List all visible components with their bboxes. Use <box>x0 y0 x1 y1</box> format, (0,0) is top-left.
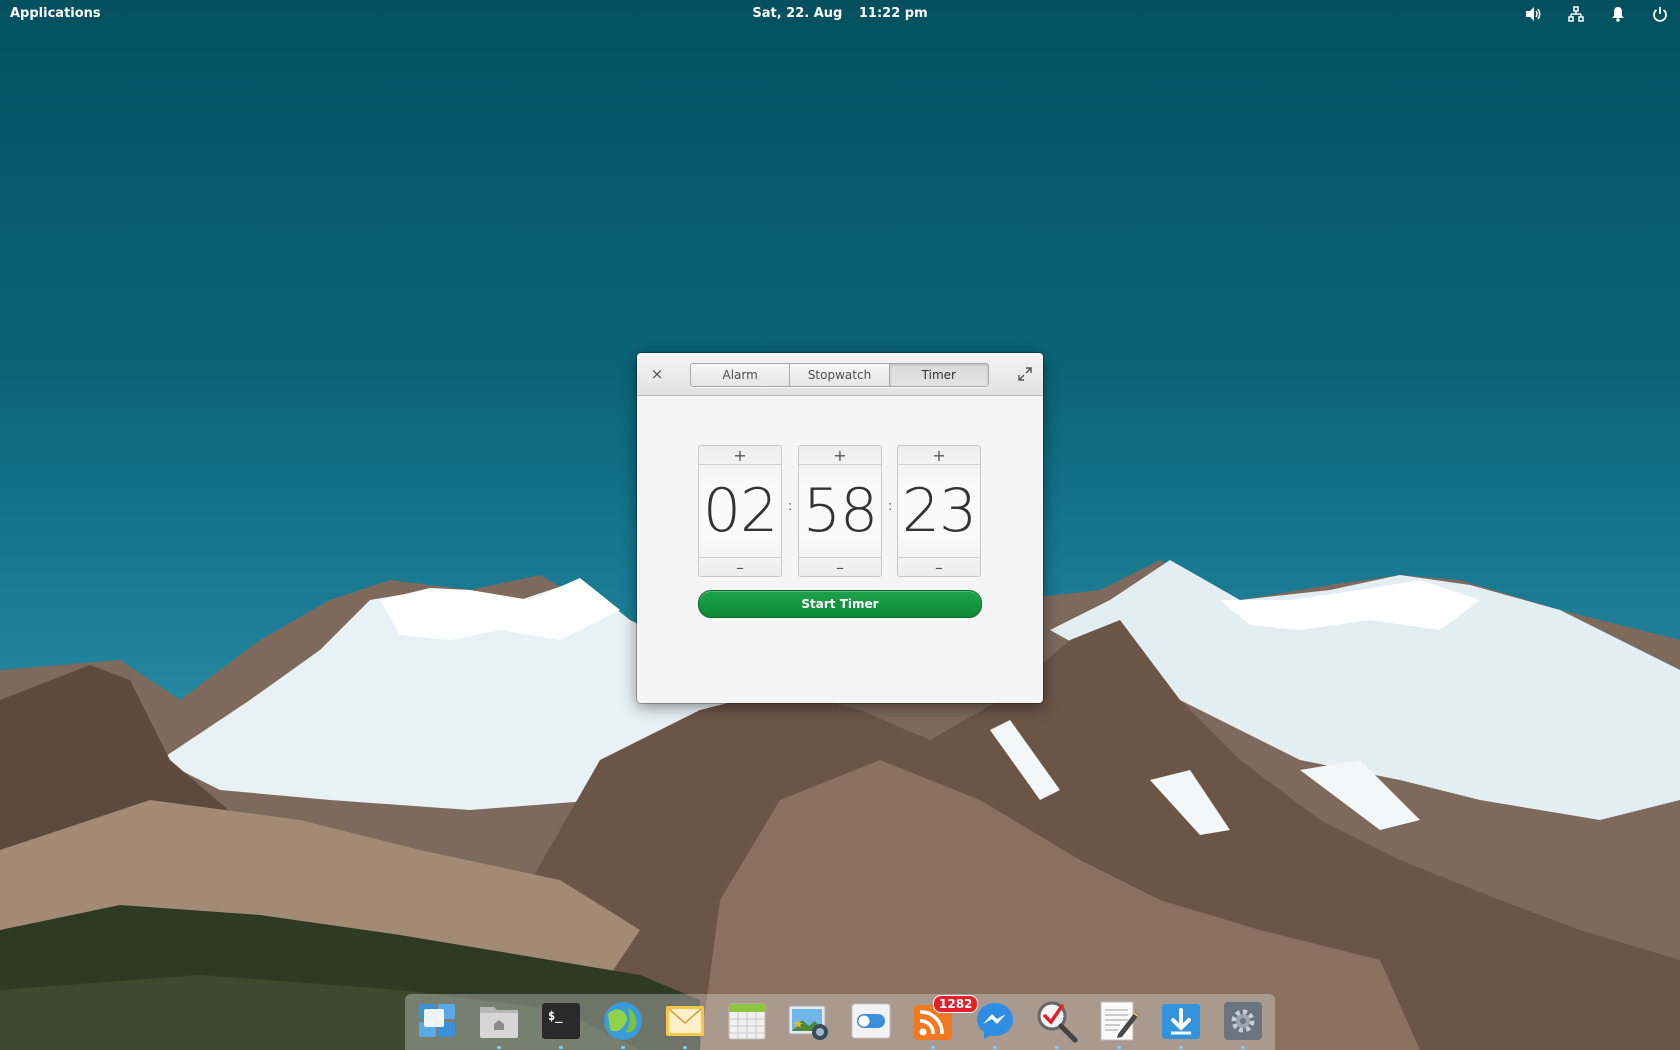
dock-item-multitasking[interactable] <box>414 998 460 1044</box>
seconds-decrement-button[interactable]: – <box>898 557 980 577</box>
messenger-icon <box>977 1003 1013 1039</box>
dock-item-switchboard[interactable] <box>848 998 894 1044</box>
maximize-button[interactable] <box>1015 364 1035 384</box>
seconds-increment-button[interactable]: + <box>898 446 980 465</box>
seconds-value[interactable]: 23 <box>898 465 980 557</box>
running-indicator <box>621 1046 625 1049</box>
minutes-increment-button[interactable]: + <box>799 446 881 465</box>
running-indicator <box>559 1046 563 1049</box>
network-icon[interactable] <box>1566 5 1586 23</box>
dock-item-photos[interactable] <box>786 998 832 1044</box>
dock: $_ 1282 <box>405 994 1275 1050</box>
hours-decrement-button[interactable]: – <box>699 557 781 577</box>
start-timer-button[interactable]: Start Timer <box>698 590 982 618</box>
dock-item-mail[interactable] <box>662 998 708 1049</box>
clock-window: × Alarm Stopwatch Timer + 02 – : + 58 – … <box>637 353 1043 703</box>
running-indicator <box>1117 1046 1121 1049</box>
dock-item-search-check[interactable] <box>1034 998 1080 1049</box>
time-separator: : <box>888 499 893 514</box>
panel-date: Sat, 22. Aug <box>752 6 843 21</box>
indicator-area <box>1524 5 1670 23</box>
dock-item-system-settings[interactable] <box>1220 998 1266 1049</box>
system-settings-icon <box>1224 1002 1262 1040</box>
search-check-icon <box>1037 1001 1078 1043</box>
running-indicator <box>931 1046 935 1049</box>
top-panel: Applications Sat, 22. Aug 11:22 pm <box>0 0 1680 28</box>
hours-value[interactable]: 02 <box>699 465 781 557</box>
hours-spinner: + 02 – <box>698 445 782 577</box>
volume-icon[interactable] <box>1524 5 1544 23</box>
mode-switch: Alarm Stopwatch Timer <box>690 363 989 387</box>
tab-stopwatch[interactable]: Stopwatch <box>789 364 889 386</box>
close-button[interactable]: × <box>647 364 667 384</box>
running-indicator <box>1179 1046 1183 1049</box>
panel-clock[interactable]: Sat, 22. Aug 11:22 pm <box>0 6 1680 21</box>
text-editor-icon <box>1100 1001 1139 1041</box>
tab-alarm[interactable]: Alarm <box>691 364 790 386</box>
dock-item-messenger[interactable] <box>972 998 1018 1049</box>
calendar-icon <box>728 1003 766 1040</box>
power-icon[interactable] <box>1650 5 1670 23</box>
dock-item-terminal[interactable]: $_ <box>538 998 584 1049</box>
svg-text:$_: $_ <box>548 1009 563 1024</box>
dock-item-text-editor[interactable] <box>1096 998 1142 1049</box>
tab-timer[interactable]: Timer <box>888 364 988 386</box>
time-separator: : <box>788 499 793 514</box>
mail-icon <box>666 1006 704 1036</box>
running-indicator <box>1055 1046 1059 1049</box>
dock-item-downloads[interactable] <box>1158 998 1204 1049</box>
dock-item-files[interactable] <box>476 998 522 1049</box>
minutes-value[interactable]: 58 <box>799 465 881 557</box>
close-icon: × <box>650 365 664 383</box>
photos-icon <box>788 1005 828 1040</box>
switchboard-toggle-icon <box>851 1003 891 1039</box>
maximize-icon <box>1018 367 1032 381</box>
downloads-icon <box>1162 1004 1200 1039</box>
minutes-spinner: + 58 – <box>798 445 882 577</box>
running-indicator <box>683 1046 687 1049</box>
files-icon <box>480 1007 518 1038</box>
web-browser-icon <box>604 1002 642 1040</box>
minutes-decrement-button[interactable]: – <box>799 557 881 577</box>
running-indicator <box>1241 1046 1245 1049</box>
terminal-icon: $_ <box>542 1003 580 1039</box>
seconds-spinner: + 23 – <box>897 445 981 577</box>
dock-item-calendar[interactable] <box>724 998 770 1044</box>
running-indicator <box>993 1046 997 1049</box>
multitasking-view-icon <box>419 1004 455 1037</box>
notifications-icon[interactable] <box>1608 5 1628 23</box>
panel-time: 11:22 pm <box>858 6 928 21</box>
header-bar: × Alarm Stopwatch Timer <box>637 353 1043 396</box>
dock-item-web-browser[interactable] <box>600 998 646 1049</box>
hours-increment-button[interactable]: + <box>699 446 781 465</box>
dock-item-rss-reader[interactable]: 1282 <box>910 995 979 1049</box>
running-indicator <box>497 1046 501 1049</box>
